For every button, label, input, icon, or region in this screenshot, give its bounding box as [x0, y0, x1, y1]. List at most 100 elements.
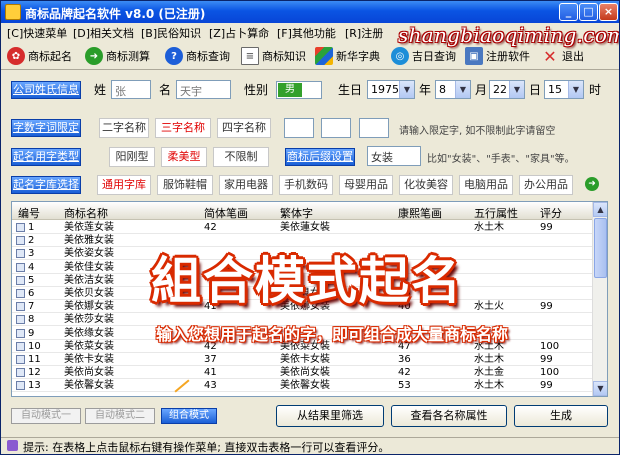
table-cell: 美依姿女装: [64, 248, 114, 260]
table-row[interactable]: 12 美依尚女装 41 美依尚女裝 42 水土金 100: [12, 366, 593, 380]
table-cell: 水土木: [474, 354, 504, 365]
birth-month-select[interactable]: 8 ▼: [435, 80, 471, 99]
scroll-thumb[interactable]: [594, 218, 607, 278]
tool-exit[interactable]: ✕ 退出: [541, 44, 584, 68]
close-button[interactable]: ×: [599, 3, 618, 21]
table-scrollbar[interactable]: ▲ ▼: [592, 202, 607, 396]
table-cell: 42: [398, 367, 411, 379]
col-id[interactable]: 编号: [18, 205, 40, 221]
view-attributes-button[interactable]: 查看各名称属性: [391, 405, 507, 427]
menu-register[interactable]: [R]注册: [345, 25, 383, 41]
chevron-down-icon: ▼: [509, 81, 524, 98]
col-score[interactable]: 评分: [540, 205, 562, 221]
next-arrow-icon[interactable]: ➜: [585, 177, 599, 191]
row-icon: [16, 341, 25, 351]
suffix-settings-button[interactable]: 商标后缀设置: [285, 148, 355, 166]
table-cell: 美依缘女装: [64, 327, 114, 339]
option-no-limit[interactable]: 不限制: [213, 147, 269, 167]
tool-trademark-query[interactable]: ? 商标查询: [165, 44, 230, 68]
tool-trademark-knowledge[interactable]: ≡ 商标知识: [241, 44, 306, 68]
scroll-up-icon[interactable]: ▲: [593, 202, 607, 217]
table-cell: 美依贝女装: [64, 288, 114, 299]
library-apparel[interactable]: 服饰鞋帽: [157, 175, 213, 195]
generate-button[interactable]: 生成: [514, 405, 608, 427]
menu-quick[interactable]: [C]快速菜单: [7, 25, 67, 41]
table-cell: 美依娜女装: [64, 301, 114, 313]
row-icon: [16, 381, 25, 391]
birth-month-value: 8: [439, 83, 446, 96]
limit-char-input-2[interactable]: [321, 118, 351, 138]
table-cell: 美依雅女装: [64, 235, 114, 247]
auto-mode-one-button[interactable]: 自动模式一: [11, 408, 81, 424]
tool-xinhua-dictionary[interactable]: 新华字典: [315, 44, 380, 68]
library-select-button[interactable]: 起名字库选择: [11, 176, 81, 194]
hour-unit: 时: [589, 83, 602, 97]
table-cell: 5: [28, 274, 35, 286]
word-limit-button[interactable]: 字数字词限定: [11, 119, 81, 137]
limit-char-input-1[interactable]: [284, 118, 314, 138]
table-row[interactable]: 1 美依莲女装 42 美依蓮女裝 水土木 99: [12, 221, 593, 234]
birth-day-select[interactable]: 22 ▼: [489, 80, 525, 99]
gender-toggle[interactable]: 男: [276, 81, 322, 99]
given-name-label: 名: [159, 83, 172, 97]
col-traditional[interactable]: 繁体字: [280, 205, 313, 221]
chevron-down-icon: ▼: [568, 81, 583, 98]
table-row[interactable]: 11 美依卡女装 37 美依卡女裝 36 水土木 99: [12, 353, 593, 366]
scroll-down-icon[interactable]: ▼: [593, 381, 607, 396]
col-simplified-strokes[interactable]: 简体笔画: [204, 205, 248, 221]
row-icon: [16, 302, 25, 312]
app-icon: [5, 4, 21, 20]
row-icon: [16, 262, 25, 272]
tool-trademark-test[interactable]: ➜ 商标测算: [85, 44, 150, 68]
promo-headline: 組合模式起名: [151, 251, 463, 310]
col-five-elements[interactable]: 五行属性: [474, 205, 518, 221]
maximize-button[interactable]: □: [579, 3, 598, 21]
library-baby[interactable]: 母婴用品: [339, 175, 393, 195]
window-title: 商标品牌起名软件 v8.0 (已注册): [25, 7, 206, 21]
surname-input[interactable]: 张: [111, 80, 151, 99]
chevron-down-icon: ▼: [455, 81, 470, 98]
table-cell: 1: [28, 222, 35, 233]
promo-subline: 输入您想用于起名的字，即可组合成大量商标名称: [156, 325, 509, 344]
library-computer[interactable]: 电脑用品: [459, 175, 513, 195]
filter-results-button[interactable]: 从结果里筛选: [276, 405, 384, 427]
auto-mode-two-button[interactable]: 自动模式二: [85, 408, 155, 424]
option-three-char[interactable]: 三字名称: [155, 118, 211, 138]
tool-label: 吉日查询: [412, 50, 456, 63]
library-cosmetics[interactable]: 化妆美容: [399, 175, 453, 195]
library-appliances[interactable]: 家用电器: [219, 175, 273, 195]
menu-docs[interactable]: [D]相关文档: [73, 25, 134, 41]
birth-hour-select[interactable]: 15 ▼: [544, 80, 584, 99]
tool-trademark-naming[interactable]: ✿ 商标起名: [7, 44, 72, 68]
table-row[interactable]: 13 美依馨女装 43 美依馨女裝 53 水土木 99: [12, 379, 593, 393]
combination-mode-button[interactable]: 组合模式: [161, 408, 217, 424]
suffix-input[interactable]: 女装: [367, 146, 421, 166]
table-cell: 99: [540, 380, 553, 392]
given-name-input[interactable]: 天宇: [176, 80, 231, 99]
table-cell: 99: [540, 354, 553, 365]
col-name[interactable]: 商标名称: [64, 205, 108, 221]
limit-char-input-3[interactable]: [359, 118, 389, 138]
option-feminine[interactable]: 柔美型: [161, 147, 207, 167]
table-cell: 美依莲女装: [64, 222, 114, 233]
menu-divination[interactable]: [Z]占卜算命: [209, 25, 269, 41]
col-kangxi-strokes[interactable]: 康熙笔画: [398, 205, 442, 221]
birth-year-select[interactable]: 1975 ▼: [367, 80, 415, 99]
char-type-button[interactable]: 起名用字类型: [11, 148, 81, 166]
document-icon: ≡: [241, 47, 259, 65]
library-office[interactable]: 办公用品: [519, 175, 573, 195]
menu-folk[interactable]: [B]民俗知识: [141, 25, 201, 41]
library-general[interactable]: 通用字库: [97, 175, 151, 195]
chevron-down-icon: ▼: [399, 81, 414, 98]
option-masculine[interactable]: 阳刚型: [109, 147, 155, 167]
minimize-button[interactable]: _: [559, 3, 578, 21]
library-digital[interactable]: 手机数码: [279, 175, 333, 195]
option-two-char[interactable]: 二字名称: [99, 118, 149, 138]
tool-register-software[interactable]: ▣ 注册软件: [465, 44, 530, 68]
company-surname-button[interactable]: 公司姓氏信息: [11, 81, 81, 99]
menu-other[interactable]: [F]其他功能: [277, 25, 336, 41]
status-bar: 提示: 在表格上点击鼠标右键有操作菜单; 直接双击表格一行可以查看评分。: [1, 437, 619, 454]
tool-auspicious-day[interactable]: ◎ 吉日查询: [391, 44, 456, 68]
tool-label: 商标知识: [262, 50, 306, 63]
option-four-char[interactable]: 四字名称: [217, 118, 271, 138]
